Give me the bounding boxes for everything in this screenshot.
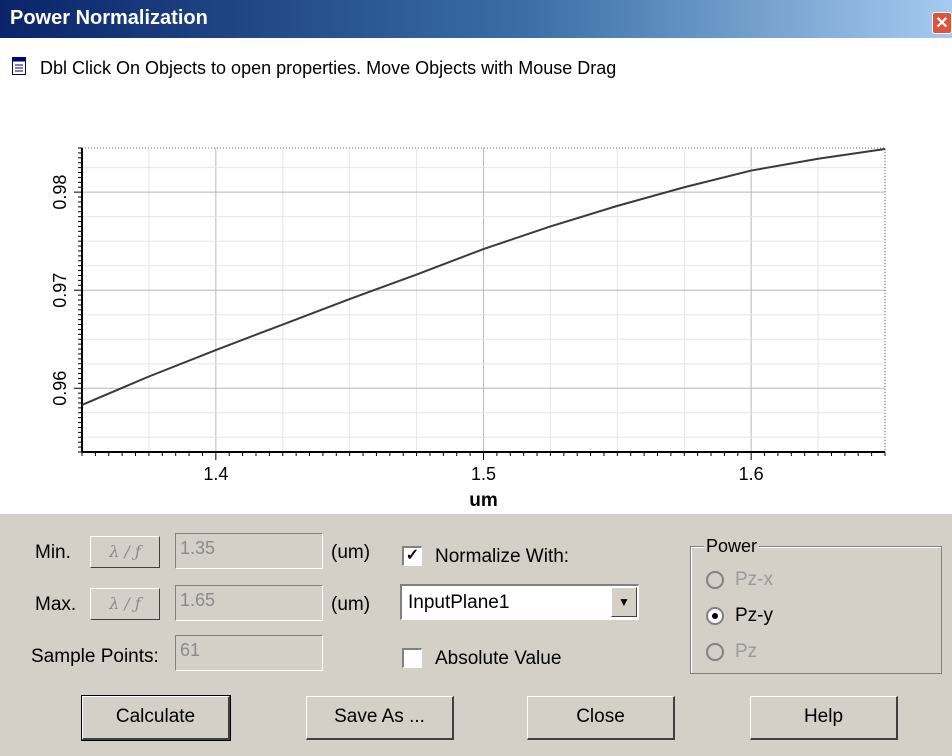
sample-points-label: Sample Points: <box>31 646 159 667</box>
x-tick-label: 1.5 <box>471 464 496 484</box>
help-button[interactable]: Help <box>750 696 898 740</box>
absolute-value-label[interactable]: Absolute Value <box>435 648 561 670</box>
radio-selected-dot <box>712 613 718 619</box>
close-icon[interactable]: ✕ <box>932 12 952 34</box>
y-tick-label: 0.96 <box>50 371 70 406</box>
radio-pz-y-label: Pz-y <box>735 605 773 626</box>
x-tick-label: 1.6 <box>739 464 764 484</box>
title-bar: Power Normalization ✕ <box>0 0 952 38</box>
y-tick-label: 0.98 <box>50 175 70 210</box>
normalize-checkbox[interactable]: ✓ <box>402 546 422 566</box>
chevron-down-icon[interactable]: ▼ <box>611 587 637 617</box>
normalize-label[interactable]: Normalize With: <box>435 546 569 568</box>
calculate-button[interactable]: Calculate <box>81 695 231 741</box>
y-tick-label: 0.97 <box>50 273 70 308</box>
normalize-select[interactable]: InputPlane1 ▼ <box>400 584 639 620</box>
x-tick-label: 1.4 <box>203 464 228 484</box>
window-title: Power Normalization <box>10 7 208 29</box>
min-lambda-toggle-button[interactable]: λ / ƒ <box>90 536 160 568</box>
x-axis-title: um <box>469 490 498 511</box>
plot-panel[interactable]: Dbl Click On Objects to open properties.… <box>0 38 952 514</box>
close-button[interactable]: Close <box>527 696 675 740</box>
power-group <box>690 546 942 674</box>
max-input[interactable]: 1.65 <box>175 585 323 621</box>
power-group-title: Power <box>704 536 760 557</box>
max-label: Max. <box>35 594 77 615</box>
radio-pz-x-label: Pz-x <box>735 569 773 590</box>
max-unit-label: (um) <box>331 594 371 615</box>
sample-points-input[interactable]: 61 <box>175 635 323 671</box>
radio-pz[interactable] <box>706 643 724 661</box>
min-unit-label: (um) <box>331 542 371 563</box>
max-lambda-toggle-button[interactable]: λ / ƒ <box>90 588 160 620</box>
min-input[interactable]: 1.35 <box>175 533 323 569</box>
radio-pz-y[interactable] <box>706 607 724 625</box>
min-label: Min. <box>35 542 71 563</box>
power-chart[interactable]: 1.4 1.5 1.6 0.96 0.97 0.98 um <box>0 38 952 514</box>
absolute-value-checkbox[interactable] <box>402 648 422 668</box>
normalize-selected-value: InputPlane1 <box>408 592 510 613</box>
radio-pz-label: Pz <box>735 641 758 662</box>
radio-pz-x[interactable] <box>706 571 724 589</box>
save-as-button[interactable]: Save As ... <box>306 696 454 740</box>
